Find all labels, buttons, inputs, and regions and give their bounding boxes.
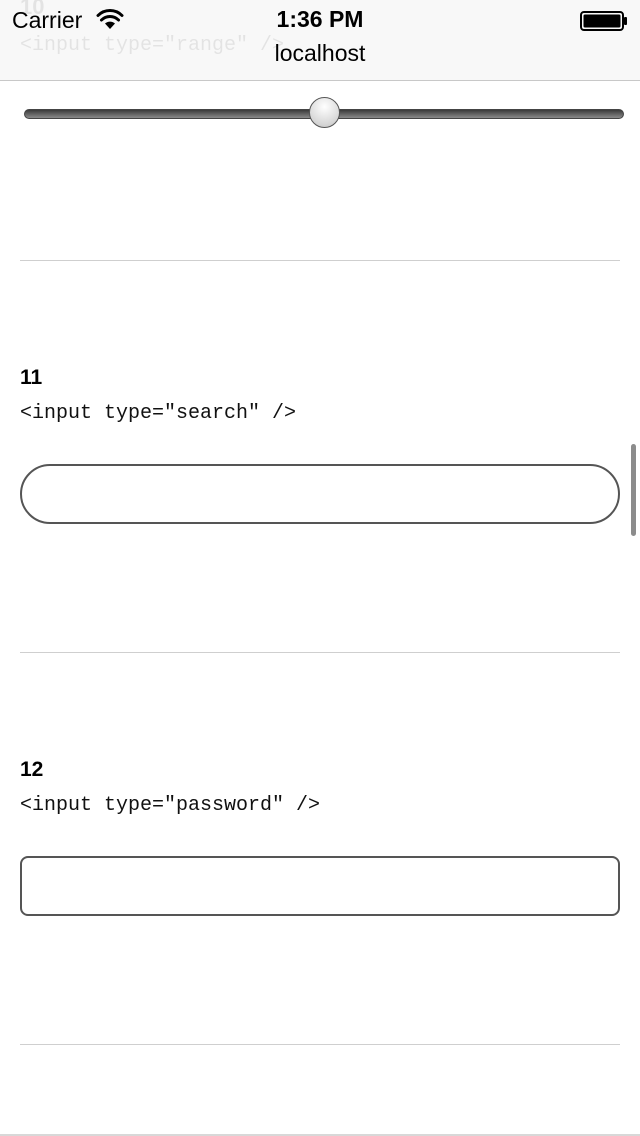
section-number: 11 xyxy=(20,366,43,389)
page-content: 11 <input type="search" /> 12 <input typ… xyxy=(0,0,640,1136)
status-bar: 10 <input type="range" /> Carrier 1:36 P… xyxy=(0,0,640,81)
page-scrollbar[interactable] xyxy=(631,444,636,536)
clock: 1:36 PM xyxy=(276,6,364,32)
search-input[interactable] xyxy=(20,464,620,524)
section-code-label: <input type="search" /> xyxy=(20,402,297,425)
battery-icon xyxy=(580,11,627,31)
section-divider xyxy=(20,260,620,261)
section-divider xyxy=(20,1044,620,1045)
range-slider[interactable] xyxy=(24,96,624,132)
password-input[interactable] xyxy=(20,856,620,916)
section-number: 12 xyxy=(20,758,44,781)
range-slider-thumb[interactable] xyxy=(309,97,340,128)
section-divider xyxy=(20,652,620,653)
url-label[interactable]: localhost xyxy=(0,40,640,67)
section-code-label: <input type="password" /> xyxy=(20,794,321,817)
